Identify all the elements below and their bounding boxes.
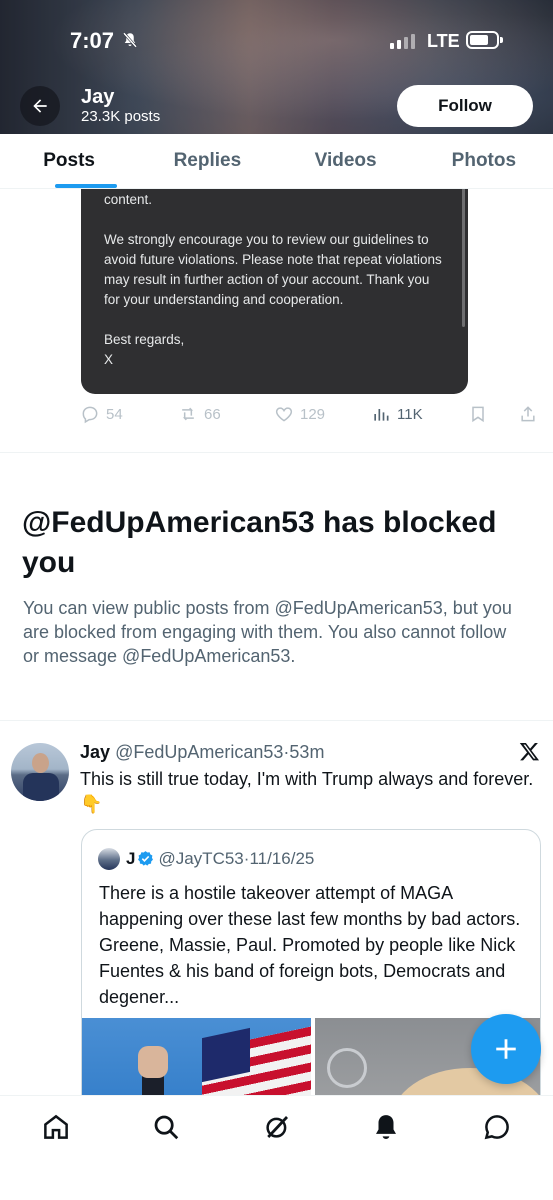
bookmark-button[interactable] [468, 404, 488, 424]
notice-line: content. [104, 192, 153, 207]
home-icon [44, 1114, 68, 1139]
heart-icon [275, 407, 293, 422]
view-count: 11K [397, 405, 423, 423]
grok-icon [266, 1116, 289, 1138]
like-button[interactable]: 129 [274, 404, 325, 424]
quoted-tweet-text: There is a hostile takeover attempt of M… [99, 883, 521, 1007]
battery-icon [466, 31, 503, 49]
post-action-bar: 54 66 129 11K [80, 404, 550, 430]
x-logo-icon [519, 743, 540, 761]
tab-label: Photos [451, 150, 517, 171]
blocked-description: You can view public posts from @FedUpAme… [23, 598, 512, 666]
quoted-tweet-card[interactable]: J @JayTC53·11/16/25 There is a hostile ta… [81, 829, 541, 1119]
blocked-title: @FedUpAmerican53 has blocked you [22, 506, 497, 579]
notice-image-card[interactable]: content. We strongly encourage you to re… [81, 172, 468, 394]
nav-search[interactable] [151, 1112, 181, 1142]
scrollbar[interactable] [462, 172, 465, 327]
divider [0, 720, 553, 721]
repost-button[interactable]: 66 [178, 404, 221, 424]
follow-button[interactable]: Follow [397, 85, 533, 127]
compose-button[interactable] [471, 1014, 541, 1084]
bookmark-icon [472, 406, 484, 423]
message-icon [484, 1115, 509, 1140]
nav-messages[interactable] [482, 1112, 512, 1142]
views-button[interactable]: 11K [371, 404, 423, 424]
quoted-date: 11/16/25 [249, 849, 315, 868]
profile-post-count: 23.3K posts [81, 108, 161, 125]
notice-signature: X [104, 352, 114, 367]
reply-icon [82, 406, 98, 424]
avatar [98, 848, 120, 870]
repost-icon [182, 407, 194, 421]
tab-label: Videos [314, 150, 377, 171]
verified-badge-icon [138, 851, 154, 866]
arrow-left-icon [33, 99, 47, 113]
bell-icon [376, 1115, 396, 1139]
tweet-header: Jay @FedUpAmerican53·53m [80, 741, 324, 763]
signal-icon [390, 33, 415, 49]
status-time: 7:07 [70, 28, 115, 53]
tab-replies[interactable]: Replies [138, 134, 276, 188]
repost-count: 66 [204, 405, 221, 423]
profile-name: Jay [81, 86, 115, 108]
tweet-text: This is still true today, I'm with Trump… [80, 769, 534, 814]
profile-tabs: Posts Replies Videos Photos [0, 134, 553, 188]
tab-photos[interactable]: Photos [415, 134, 553, 188]
quoted-author-handle: @JayTC53 [158, 849, 244, 868]
nav-notifications[interactable] [371, 1112, 401, 1142]
avatar[interactable] [11, 743, 69, 801]
tweet-author-handle[interactable]: @FedUpAmerican53 [115, 742, 283, 762]
status-bar: 7:07 LTE [0, 28, 553, 58]
reply-button[interactable]: 54 [80, 404, 123, 424]
notice-paragraph: We strongly encourage you to review our … [104, 232, 442, 307]
divider [0, 452, 553, 453]
tab-label: Posts [43, 150, 95, 171]
tweet-author-name[interactable]: Jay [80, 742, 110, 762]
quoted-author-name: J [126, 849, 136, 868]
tab-videos[interactable]: Videos [277, 134, 415, 188]
quoted-tweet-header: J @JayTC53·11/16/25 [126, 849, 314, 869]
tweet-time[interactable]: 53m [289, 742, 324, 762]
notice-closing: Best regards, [104, 332, 185, 347]
plus-icon [496, 1039, 516, 1059]
back-button[interactable] [20, 86, 60, 126]
nav-grok[interactable] [262, 1112, 292, 1142]
like-count: 129 [300, 405, 326, 423]
reply-count: 54 [106, 405, 123, 423]
bell-muted-icon [123, 32, 137, 48]
tab-posts[interactable]: Posts [0, 134, 138, 188]
bottom-navigation [0, 1095, 553, 1200]
analytics-icon [374, 409, 389, 421]
divider [0, 188, 553, 189]
share-icon [521, 406, 535, 422]
search-icon [154, 1115, 179, 1140]
nav-home[interactable] [41, 1112, 71, 1142]
tab-label: Replies [173, 150, 242, 171]
network-label: LTE [427, 31, 460, 51]
share-button[interactable] [518, 404, 538, 424]
